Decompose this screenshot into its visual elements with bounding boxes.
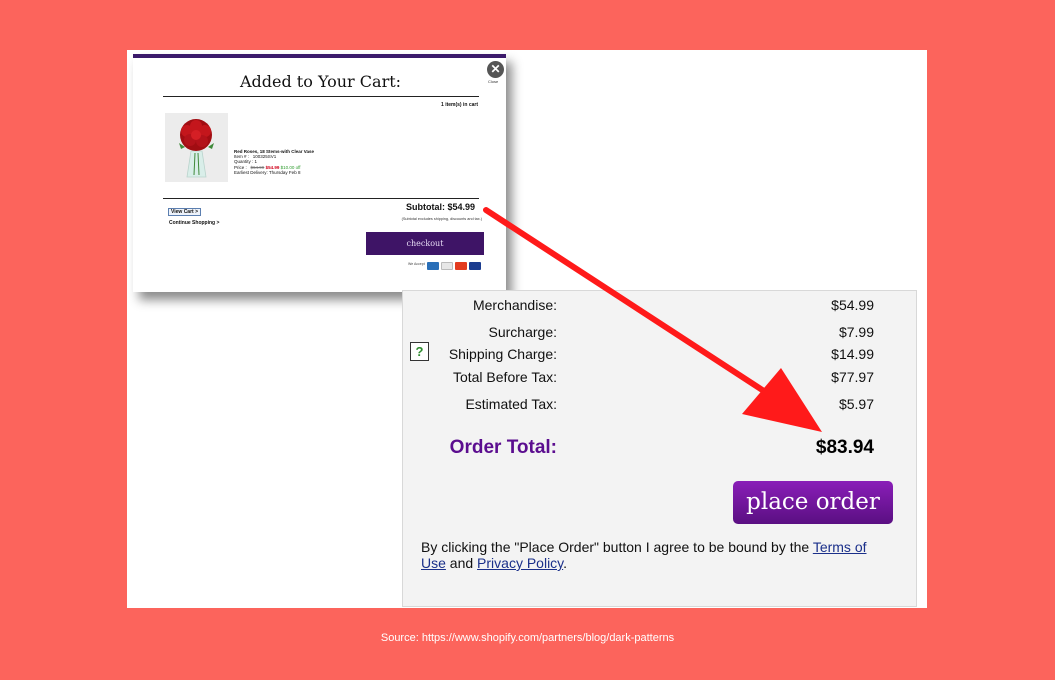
source-caption: Source: https://www.shopify.com/partners… — [380, 632, 675, 644]
annotation-arrow — [483, 207, 822, 432]
